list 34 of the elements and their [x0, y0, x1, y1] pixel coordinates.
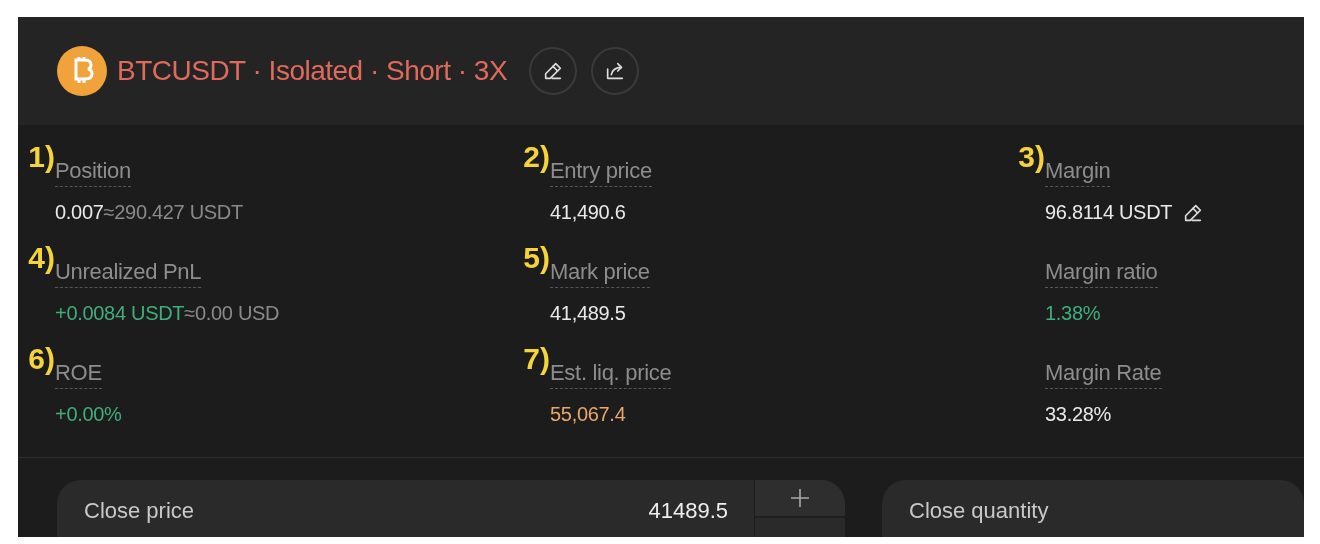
- edit-button[interactable]: [529, 47, 578, 95]
- position-title: BTCUSDT · Isolated · Short · 3X: [117, 55, 508, 87]
- stat-label: Mark price: [550, 259, 650, 288]
- stat-label: Margin Rate: [1045, 360, 1162, 389]
- stat-value: ≈290.427 USDT: [103, 201, 243, 224]
- stat-value: 33.28%: [1045, 403, 1112, 426]
- stat-value: 0.007: [55, 201, 104, 224]
- stat-value: 96.8114 USDT: [1045, 201, 1173, 224]
- stat-label: Unrealized PnL: [55, 259, 202, 288]
- stat-value: 41,489.5: [550, 302, 626, 325]
- annotation-number: 6): [28, 342, 55, 376]
- annotation-number: 1): [28, 140, 55, 174]
- annotation-number: 4): [28, 241, 55, 275]
- stat-label: Position: [55, 158, 131, 187]
- annotation-number: 5): [523, 241, 550, 275]
- stat-value: 55,067.4: [550, 403, 626, 426]
- stat-label: Est. liq. price: [550, 360, 672, 389]
- stat-value: +0.0084 USDT: [55, 302, 185, 325]
- stat-label: ROE: [55, 360, 102, 389]
- bitcoin-icon: [57, 46, 107, 96]
- stat-label: Entry price: [550, 158, 652, 187]
- annotation-number: 3): [1018, 140, 1045, 174]
- input-field[interactable]: Close price 41489.5: [57, 480, 845, 537]
- stat-value: +0.00%: [55, 403, 122, 426]
- stat-label: Margin: [1045, 158, 1111, 187]
- stat-label: Margin ratio: [1045, 259, 1158, 288]
- share-button[interactable]: [591, 47, 640, 95]
- input-field[interactable]: Close quantity: [882, 480, 1304, 537]
- stat-value: 1.38%: [1045, 302, 1101, 325]
- stat-value: ≈0.00 USD: [184, 302, 280, 325]
- annotation-number: 7): [523, 342, 550, 376]
- plus-icon: [789, 487, 811, 509]
- stat-value: 41,490.6: [550, 201, 626, 224]
- annotation-number: 2): [523, 140, 550, 174]
